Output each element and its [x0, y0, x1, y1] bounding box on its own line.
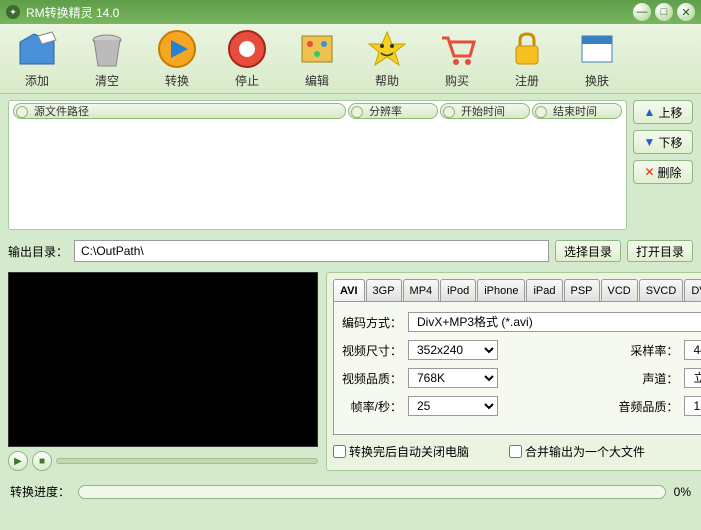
merge-check[interactable]: 合并输出为一个大文件 — [509, 443, 645, 460]
edit-icon — [296, 28, 338, 70]
choose-dir-button[interactable]: 选择目录 — [555, 240, 621, 262]
toolbar-label: 换肤 — [585, 72, 609, 89]
output-path-input[interactable] — [74, 240, 549, 262]
toolbar-buy[interactable]: 购买 — [428, 28, 486, 89]
stop-icon — [226, 28, 268, 70]
vquality-label: 视频品质： — [342, 370, 402, 387]
encode-label: 编码方式： — [342, 314, 402, 331]
toolbar-label: 购买 — [445, 72, 469, 89]
window-icon — [576, 28, 618, 70]
sample-label: 采样率： — [630, 342, 678, 359]
shutdown-check[interactable]: 转换完后自动关闭电脑 — [333, 443, 469, 460]
minimize-button[interactable]: — — [633, 3, 651, 21]
trash-icon — [86, 28, 128, 70]
tab-ipad[interactable]: iPad — [526, 279, 562, 301]
folder-add-icon — [16, 28, 58, 70]
close-button[interactable]: ✕ — [677, 3, 695, 21]
channel-label: 声道： — [642, 370, 678, 387]
toolbar-add[interactable]: 添加 — [8, 28, 66, 89]
channel-select[interactable]: 立体声 — [684, 368, 701, 388]
toolbar-label: 清空 — [95, 72, 119, 89]
fps-select[interactable]: 25 — [408, 396, 498, 416]
settings-panel: AVI 3GP MP4 iPod iPhone iPad PSP VCD SVC… — [326, 272, 701, 471]
titlebar: ✦ RM转换精灵 14.0 — □ ✕ — [0, 0, 701, 24]
tab-svcd[interactable]: SVCD — [639, 279, 684, 301]
seek-slider[interactable] — [56, 458, 318, 464]
progress-bar — [78, 485, 666, 499]
move-up-button[interactable]: ▲上移 — [633, 100, 693, 124]
stop-preview-button[interactable]: ■ — [32, 451, 52, 471]
encode-select[interactable]: DivX+MP3格式 (*.avi) — [408, 312, 701, 332]
toolbar-clear[interactable]: 清空 — [78, 28, 136, 89]
toolbar-convert[interactable]: 转换 — [148, 28, 206, 89]
progress-label: 转换进度： — [10, 483, 70, 500]
file-list[interactable]: 源文件路径 分辨率 开始时间 结束时间 — [8, 100, 627, 230]
toolbar-edit[interactable]: 编辑 — [288, 28, 346, 89]
play-button[interactable]: ▶ — [8, 451, 28, 471]
delete-button[interactable]: ✕删除 — [633, 160, 693, 184]
toolbar-label: 转换 — [165, 72, 189, 89]
fps-label: 帧率/秒： — [342, 398, 402, 415]
col-start[interactable]: 开始时间 — [440, 103, 530, 119]
col-end[interactable]: 结束时间 — [532, 103, 622, 119]
tab-dvd[interactable]: DVD — [684, 279, 701, 301]
toolbar-label: 添加 — [25, 72, 49, 89]
col-path[interactable]: 源文件路径 — [13, 103, 346, 119]
aquality-select[interactable]: 128K — [684, 396, 701, 416]
toolbar-label: 帮助 — [375, 72, 399, 89]
main-toolbar: 添加 清空 转换 停止 编辑 帮助 购买 注册 换肤 — [0, 24, 701, 94]
size-label: 视频尺寸： — [342, 342, 402, 359]
toolbar-stop[interactable]: 停止 — [218, 28, 276, 89]
list-header: 源文件路径 分辨率 开始时间 结束时间 — [9, 101, 626, 121]
lock-icon — [506, 28, 548, 70]
size-select[interactable]: 352x240 — [408, 340, 498, 360]
play-icon — [156, 28, 198, 70]
star-icon — [366, 28, 408, 70]
progress-value: 0% — [674, 485, 691, 499]
output-label: 输出目录： — [8, 243, 68, 260]
col-resolution[interactable]: 分辨率 — [348, 103, 438, 119]
toolbar-label: 注册 — [515, 72, 539, 89]
toolbar-help[interactable]: 帮助 — [358, 28, 416, 89]
sample-select[interactable]: 44100 — [684, 340, 701, 360]
toolbar-label: 编辑 — [305, 72, 329, 89]
tab-vcd[interactable]: VCD — [601, 279, 638, 301]
shutdown-checkbox[interactable] — [333, 445, 346, 458]
window-title: RM转换精灵 14.0 — [26, 4, 119, 21]
tab-ipod[interactable]: iPod — [440, 279, 476, 301]
toolbar-register[interactable]: 注册 — [498, 28, 556, 89]
tab-3gp[interactable]: 3GP — [366, 279, 402, 301]
format-tabs: AVI 3GP MP4 iPod iPhone iPad PSP VCD SVC… — [333, 279, 701, 301]
app-icon: ✦ — [6, 5, 20, 19]
merge-checkbox[interactable] — [509, 445, 522, 458]
cart-icon — [436, 28, 478, 70]
tab-psp[interactable]: PSP — [564, 279, 600, 301]
open-dir-button[interactable]: 打开目录 — [627, 240, 693, 262]
maximize-button[interactable]: □ — [655, 3, 673, 21]
aquality-label: 音频品质： — [618, 398, 678, 415]
tab-avi[interactable]: AVI — [333, 279, 365, 301]
tab-iphone[interactable]: iPhone — [477, 279, 525, 301]
video-preview — [8, 272, 318, 447]
toolbar-label: 停止 — [235, 72, 259, 89]
toolbar-skin[interactable]: 换肤 — [568, 28, 626, 89]
tab-mp4[interactable]: MP4 — [403, 279, 440, 301]
vquality-select[interactable]: 768K — [408, 368, 498, 388]
move-down-button[interactable]: ▼下移 — [633, 130, 693, 154]
